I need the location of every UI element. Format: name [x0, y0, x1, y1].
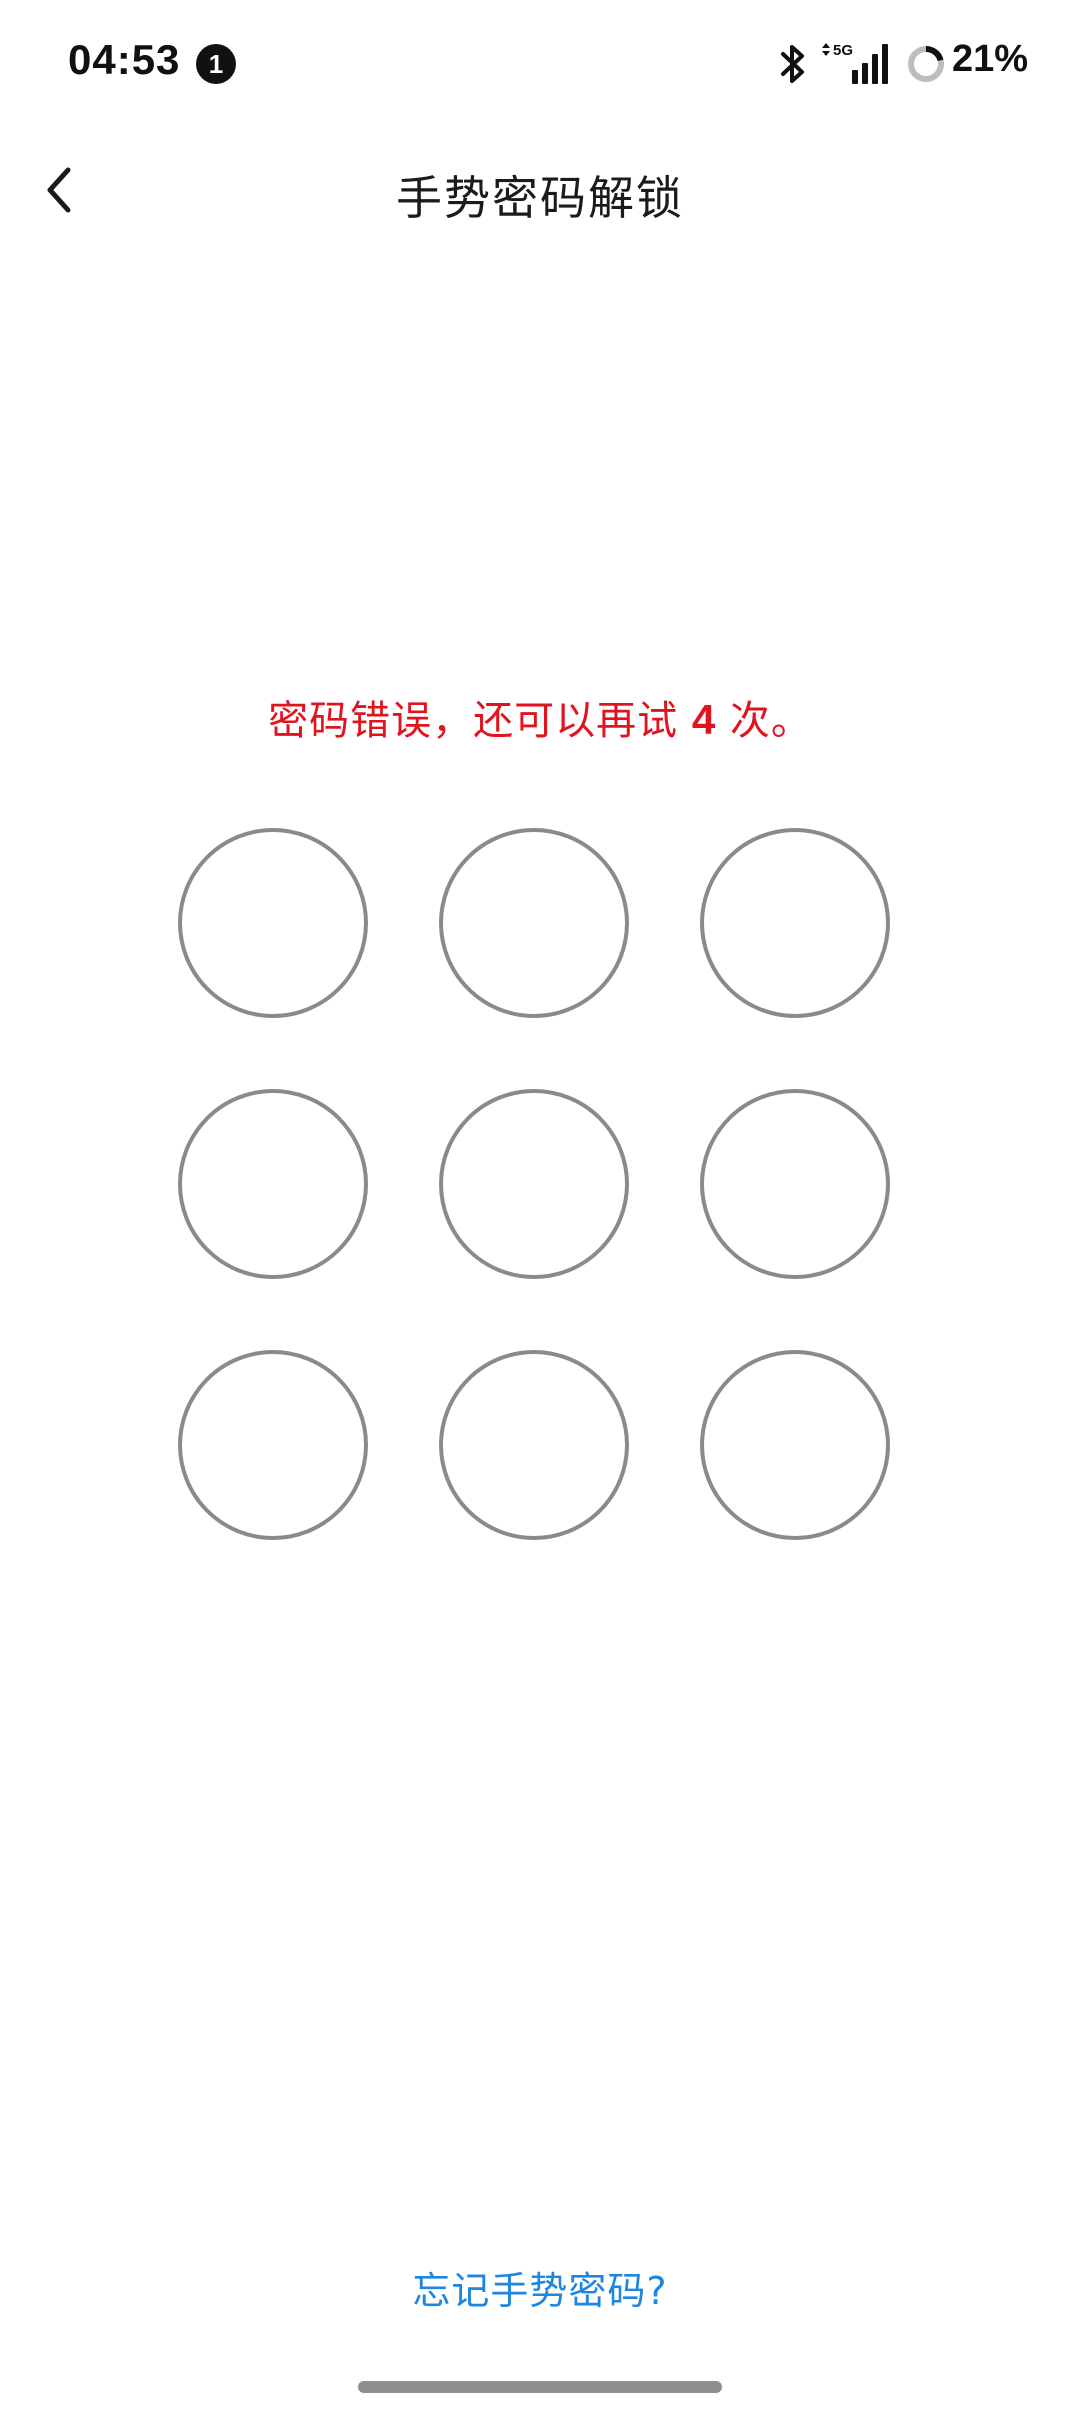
pattern-dot[interactable]	[439, 828, 629, 1018]
bluetooth-icon	[781, 45, 804, 83]
pattern-lock-grid[interactable]	[178, 828, 902, 1552]
error-suffix: 次。	[716, 698, 812, 744]
network-type-label: 5G	[833, 42, 853, 59]
status-time: 04:53	[68, 36, 181, 83]
pattern-dot[interactable]	[700, 1350, 890, 1540]
notification-badge: 1	[196, 44, 236, 84]
pattern-dot[interactable]	[700, 1089, 890, 1279]
page-title: 手势密码解锁	[396, 171, 684, 225]
error-message: 密码错误，还可以再试 4 次。	[0, 688, 1080, 746]
battery-icon	[908, 46, 944, 82]
pattern-dot[interactable]	[178, 1350, 368, 1540]
remaining-attempts: 4	[691, 696, 717, 743]
pattern-dot[interactable]	[439, 1089, 629, 1279]
battery-percent: 21%	[952, 38, 1029, 80]
home-indicator[interactable]	[358, 2381, 722, 2393]
pattern-dot[interactable]	[178, 828, 368, 1018]
pattern-dot[interactable]	[700, 828, 890, 1018]
pattern-dot[interactable]	[178, 1089, 368, 1279]
cellular-signal-icon: 5G	[822, 42, 888, 84]
pattern-dot[interactable]	[439, 1350, 629, 1540]
forgot-pattern-link[interactable]: 忘记手势密码?	[0, 2260, 1080, 2315]
header-bar: 手势密码解锁	[0, 140, 1080, 240]
error-prefix: 密码错误，还可以再试	[268, 698, 692, 744]
status-bar: 04:53 1 5G 21%	[0, 0, 1080, 130]
